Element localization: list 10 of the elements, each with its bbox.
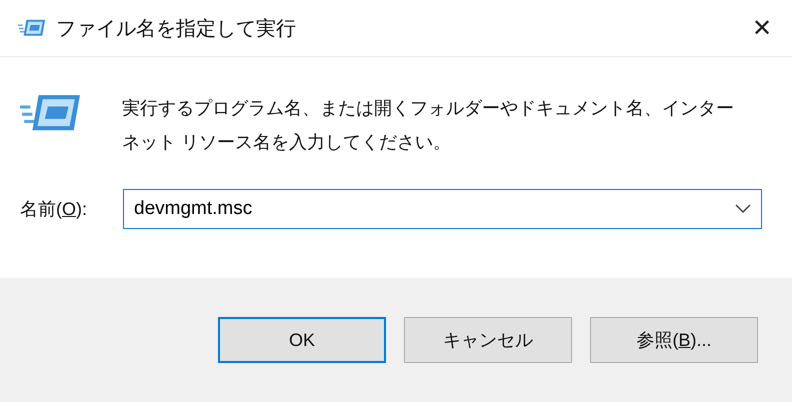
- dialog-button[interactable]: OK: [218, 317, 386, 363]
- dropdown-chevron-icon[interactable]: [735, 204, 751, 214]
- window-title: ファイル名を指定して実行: [56, 16, 297, 42]
- dialog-button[interactable]: 参照(B)...: [590, 317, 758, 363]
- name-combo-field[interactable]: devmgmt.msc: [123, 189, 762, 229]
- name-label: 名前(O):: [20, 198, 88, 221]
- run-icon: [18, 18, 46, 38]
- description-text: 実行するプログラム名、または開くフォルダーやドキュメント名、インターネット リソース名を入力してください。: [122, 97, 734, 154]
- close-button[interactable]: ✕: [732, 0, 792, 56]
- dialog-button[interactable]: キャンセル: [404, 317, 572, 363]
